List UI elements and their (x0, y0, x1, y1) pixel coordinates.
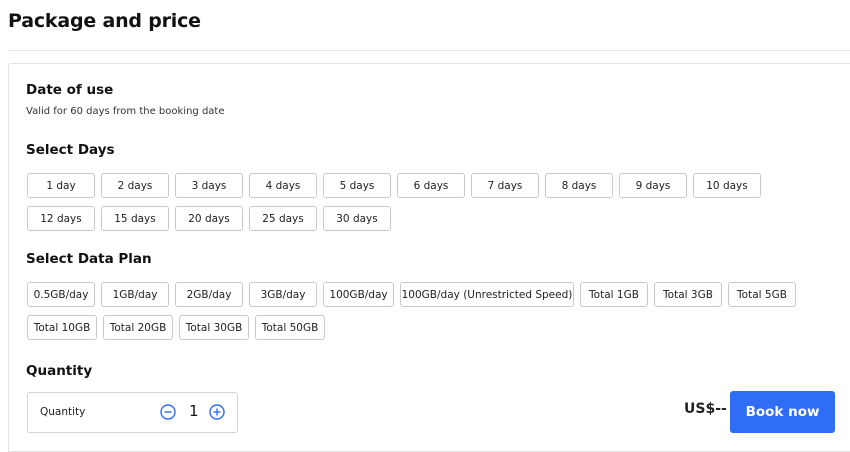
plan-option-100gb-day[interactable]: 100GB/day (323, 282, 394, 307)
plan-option-0-5gb-day[interactable]: 0.5GB/day (27, 282, 95, 307)
select-data-plan-title: Select Data Plan (26, 251, 152, 267)
day-option-7[interactable]: 7 days (471, 173, 539, 198)
quantity-stepper: Quantity 1 (27, 392, 238, 433)
day-option-12[interactable]: 12 days (27, 206, 95, 231)
data-plan-row-2: Total 10GB Total 20GB Total 30GB Total 5… (27, 315, 325, 340)
day-option-25[interactable]: 25 days (249, 206, 317, 231)
days-row-1: 1 day 2 days 3 days 4 days 5 days 6 days… (27, 173, 761, 198)
price-text: US$-- (684, 401, 727, 417)
book-now-button[interactable]: Book now (730, 391, 835, 433)
day-option-20[interactable]: 20 days (175, 206, 243, 231)
minus-circle-icon[interactable] (160, 404, 176, 420)
page-title: Package and price (8, 10, 201, 32)
title-divider (8, 50, 850, 51)
plan-option-100gb-day-unrestricted[interactable]: 100GB/day (Unrestricted Speed) (400, 282, 574, 307)
plan-option-total-50gb[interactable]: Total 50GB (255, 315, 325, 340)
day-option-8[interactable]: 8 days (545, 173, 613, 198)
plan-option-total-5gb[interactable]: Total 5GB (728, 282, 796, 307)
plan-option-total-10gb[interactable]: Total 10GB (27, 315, 97, 340)
day-option-6[interactable]: 6 days (397, 173, 465, 198)
plan-option-total-1gb[interactable]: Total 1GB (580, 282, 648, 307)
day-option-5[interactable]: 5 days (323, 173, 391, 198)
day-option-4[interactable]: 4 days (249, 173, 317, 198)
plan-option-total-30gb[interactable]: Total 30GB (179, 315, 249, 340)
quantity-value: 1 (189, 402, 199, 420)
plan-option-1gb-day[interactable]: 1GB/day (101, 282, 169, 307)
days-row-2: 12 days 15 days 20 days 25 days 30 days (27, 206, 391, 231)
day-option-10[interactable]: 10 days (693, 173, 761, 198)
data-plan-row-1: 0.5GB/day 1GB/day 2GB/day 3GB/day 100GB/… (27, 282, 796, 307)
plan-option-total-20gb[interactable]: Total 20GB (103, 315, 173, 340)
plan-option-total-3gb[interactable]: Total 3GB (654, 282, 722, 307)
day-option-3[interactable]: 3 days (175, 173, 243, 198)
day-option-1[interactable]: 1 day (27, 173, 95, 198)
day-option-2[interactable]: 2 days (101, 173, 169, 198)
quantity-title: Quantity (26, 363, 93, 379)
date-of-use-note: Valid for 60 days from the booking date (26, 106, 225, 117)
select-days-title: Select Days (26, 142, 115, 158)
day-option-15[interactable]: 15 days (101, 206, 169, 231)
plan-option-3gb-day[interactable]: 3GB/day (249, 282, 317, 307)
day-option-30[interactable]: 30 days (323, 206, 391, 231)
quantity-label: Quantity (40, 406, 86, 418)
plan-option-2gb-day[interactable]: 2GB/day (175, 282, 243, 307)
day-option-9[interactable]: 9 days (619, 173, 687, 198)
date-of-use-title: Date of use (26, 82, 114, 98)
plus-circle-icon[interactable] (209, 404, 225, 420)
